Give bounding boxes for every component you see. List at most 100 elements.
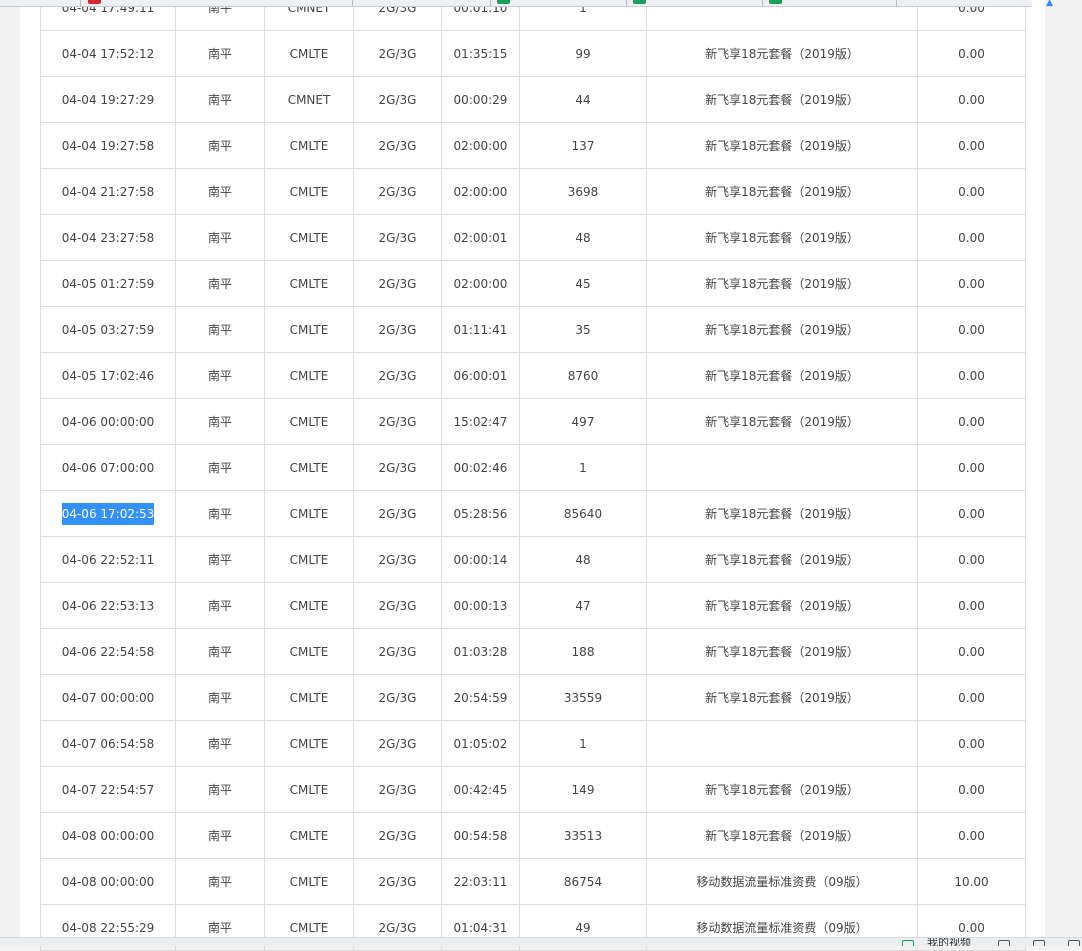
cell-text: 0.00 [958,920,985,935]
time-cell: 04-06 07:00:00 [40,444,176,491]
duration-cell: 00:00:13 [441,582,520,629]
cell-text: 2G/3G [378,644,417,659]
cell-text: 0.00 [958,276,985,291]
time-cell: 04-04 23:27:58 [40,214,176,261]
time-cell: 04-08 00:00:00 [40,812,176,859]
network-cell: 2G/3G [353,536,442,583]
cell-text: 南平 [207,231,232,245]
cell-text: 新飞享18元套餐（2019版） [705,369,859,383]
video-icon[interactable] [902,940,914,946]
fee-cell: 0.00 [917,582,1026,629]
table-row: 04-05 03:27:59 南平 CMLTE 2G/3G 01:11:41 35 新飞享1… [40,306,1026,353]
pdf-tab-icon[interactable] [88,0,101,4]
usage-cell: 33559 [519,674,647,721]
cell-text: 0.00 [958,414,985,429]
time-cell: 04-04 19:27:29 [40,76,176,123]
cell-text: 2G/3G [378,368,417,383]
fee-cell: 0.00 [917,30,1026,77]
usage-cell: 99 [519,30,647,77]
cell-text: 45 [575,276,591,291]
network-cell: 2G/3G [353,858,442,905]
cell-text: CMLTE [289,920,329,935]
cell-text: 0.00 [958,598,985,613]
location-cell: 南平 [175,490,265,537]
cell-text: 497 [571,414,595,429]
table-row: 04-04 23:27:58 南平 CMLTE 2G/3G 02:00:01 48 新飞享1… [40,214,1026,261]
plan-cell: 新飞享18元套餐（2019版） [646,352,918,399]
duration-cell: 00:42:45 [441,766,520,813]
location-cell: 南平 [175,306,265,353]
apn-cell: CMLTE [264,490,354,537]
cell-text: 0.00 [958,184,985,199]
cell-text: CMLTE [289,598,329,613]
fee-cell: 0.00 [917,260,1026,307]
cell-text: 2G/3G [378,46,417,61]
plan-cell: 新飞享18元套餐（2019版） [646,306,918,353]
location-cell: 南平 [175,398,265,445]
download-icon[interactable] [1068,940,1080,946]
apn-cell: CMLTE [264,812,354,859]
sheet-tab-icon[interactable] [497,0,510,4]
apn-cell: CMLTE [264,766,354,813]
cell-text: 新飞享18元套餐（2019版） [705,783,859,797]
plan-cell: 新飞享18元套餐（2019版） [646,536,918,583]
plan-cell: 新飞享18元套餐（2019版） [646,628,918,675]
time-cell: 04-07 06:54:58 [40,720,176,767]
apn-cell: CMLTE [264,214,354,261]
table-row: 04-06 22:52:11 南平 CMLTE 2G/3G 00:00:14 48 新飞享1… [40,536,1026,583]
cell-text: 00:02:46 [453,460,508,475]
cell-text: 0.00 [958,138,985,153]
network-cell: 2G/3G [353,398,442,445]
usage-cell: 1 [519,444,647,491]
table-row: 04-05 17:02:46 南平 CMLTE 2G/3G 06:00:01 8760 新飞… [40,352,1026,399]
vertical-scrollbar[interactable]: ▲ [1045,0,1082,945]
fee-cell: 0.00 [917,490,1026,537]
table-row: 04-04 19:27:29 南平 CMNET 2G/3G 00:00:29 44 新飞享1… [40,76,1026,123]
cell-text: 0.00 [958,322,985,337]
cell-text: 99 [575,46,591,61]
cell-text: 04-05 03:27:59 [61,322,155,337]
cell-text: 2G/3G [378,460,417,475]
network-cell: 2G/3G [353,214,442,261]
plan-cell: 新飞享18元套餐（2019版） [646,122,918,169]
cell-text: 新飞享18元套餐（2019版） [705,415,859,429]
cell-text: CMLTE [289,368,329,383]
network-cell: 2G/3G [353,582,442,629]
sheet-tab-icon[interactable] [633,0,646,4]
window-icon[interactable] [1033,940,1045,946]
cell-text: 2G/3G [378,276,417,291]
cell-text: 04-06 22:53:13 [61,598,155,613]
usage-cell: 44 [519,76,647,123]
time-cell: 04-06 22:52:11 [40,536,176,583]
table-row: 04-04 19:27:58 南平 CMLTE 2G/3G 02:00:00 137 新飞享… [40,122,1026,169]
time-cell: 04-05 01:27:59 [40,260,176,307]
cell-text: 南平 [207,921,232,935]
time-cell: 04-05 03:27:59 [40,306,176,353]
cell-text: CMLTE [289,690,329,705]
scroll-up-icon[interactable]: ▲ [1046,0,1053,8]
cell-text: 0.00 [958,506,985,521]
shield-icon[interactable] [998,940,1010,946]
cell-text: 00:00:13 [453,598,508,613]
table-row: 04-07 06:54:58 南平 CMLTE 2G/3G 01:05:02 1 0.00 [40,720,1026,767]
cell-text: CMLTE [289,552,329,567]
cell-text: 新飞享18元套餐（2019版） [705,277,859,291]
duration-cell: 15:02:47 [441,398,520,445]
table-row: 04-06 17:02:53 南平 CMLTE 2G/3G 05:28:56 85640 新… [40,490,1026,537]
cell-text: 01:11:41 [453,322,508,337]
time-cell: 04-07 22:54:57 [40,766,176,813]
cell-text: CMNET [287,92,331,107]
network-cell: 2G/3G [353,766,442,813]
cell-text: 48 [575,552,591,567]
sheet-tab-icon[interactable] [769,0,782,4]
apn-cell: CMLTE [264,398,354,445]
duration-cell: 00:00:14 [441,536,520,583]
fee-cell: 0.00 [917,766,1026,813]
data-usage-table: 04-04 17:49:11 南平 CMNET 2G/3G 00:01:10 1 0.00 0… [40,0,1026,951]
apn-cell: CMLTE [264,628,354,675]
cell-text: 22:03:11 [453,874,508,889]
cell-text: 南平 [207,47,232,61]
location-cell: 南平 [175,858,265,905]
usage-cell: 137 [519,122,647,169]
fee-cell: 0.00 [917,306,1026,353]
